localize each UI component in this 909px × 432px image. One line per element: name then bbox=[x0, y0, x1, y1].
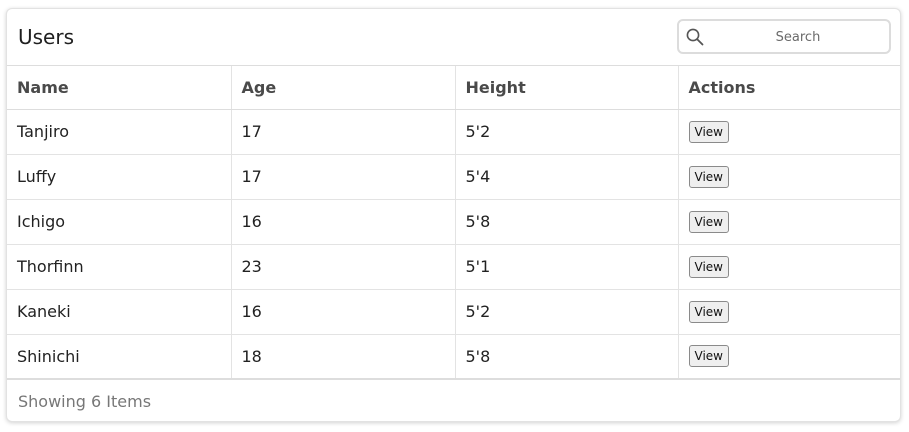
cell-height: 5'2 bbox=[455, 109, 679, 155]
cell-height: 5'1 bbox=[455, 244, 679, 290]
column-header-name[interactable]: Name bbox=[7, 66, 232, 110]
cell-age: 16 bbox=[231, 289, 456, 335]
cell-name: Kaneki bbox=[7, 289, 232, 335]
table-row: Tanjiro 17 5'2 View bbox=[7, 109, 900, 155]
table-header-row: Name Age Height Actions bbox=[7, 66, 900, 110]
table-row: Thorfinn 23 5'1 View bbox=[7, 244, 900, 290]
cell-name: Tanjiro bbox=[7, 109, 232, 155]
cell-age: 17 bbox=[231, 154, 456, 200]
view-button[interactable]: View bbox=[688, 300, 729, 323]
column-header-age[interactable]: Age bbox=[231, 66, 456, 110]
items-count-status: Showing 6 Items bbox=[18, 392, 152, 411]
view-button[interactable]: View bbox=[688, 165, 729, 188]
column-header-height[interactable]: Height bbox=[455, 66, 679, 110]
view-button[interactable]: View bbox=[688, 210, 729, 233]
cell-actions: View bbox=[678, 199, 900, 245]
cell-height: 5'2 bbox=[455, 289, 679, 335]
cell-age: 23 bbox=[231, 244, 456, 290]
search-box[interactable] bbox=[677, 19, 891, 54]
cell-age: 18 bbox=[231, 334, 456, 380]
cell-name: Luffy bbox=[7, 154, 232, 200]
cell-age: 16 bbox=[231, 199, 456, 245]
cell-actions: View bbox=[678, 109, 900, 155]
table-row: Luffy 17 5'4 View bbox=[7, 154, 900, 200]
cell-height: 5'4 bbox=[455, 154, 679, 200]
cell-actions: View bbox=[678, 289, 900, 335]
table-row: Ichigo 16 5'8 View bbox=[7, 199, 900, 245]
cell-actions: View bbox=[678, 244, 900, 290]
table-row: Kaneki 16 5'2 View bbox=[7, 289, 900, 335]
search-input[interactable] bbox=[711, 25, 885, 49]
cell-actions: View bbox=[678, 334, 900, 380]
cell-height: 5'8 bbox=[455, 199, 679, 245]
page-title: Users bbox=[18, 25, 75, 49]
cell-name: Ichigo bbox=[7, 199, 232, 245]
table-row: Shinichi 18 5'8 View bbox=[7, 334, 900, 380]
search-icon bbox=[685, 27, 705, 47]
view-button[interactable]: View bbox=[688, 255, 729, 278]
users-card: Users Name Age Height Actions bbox=[6, 8, 901, 422]
cell-actions: View bbox=[678, 154, 900, 200]
cell-name: Thorfinn bbox=[7, 244, 232, 290]
cell-height: 5'8 bbox=[455, 334, 679, 380]
cell-name: Shinichi bbox=[7, 334, 232, 380]
view-button[interactable]: View bbox=[688, 120, 729, 143]
cell-age: 17 bbox=[231, 109, 456, 155]
users-table: Name Age Height Actions Tanjiro 17 5'2 V… bbox=[7, 66, 900, 380]
card-header: Users bbox=[7, 9, 900, 66]
view-button[interactable]: View bbox=[688, 345, 729, 368]
column-header-actions: Actions bbox=[678, 66, 900, 110]
